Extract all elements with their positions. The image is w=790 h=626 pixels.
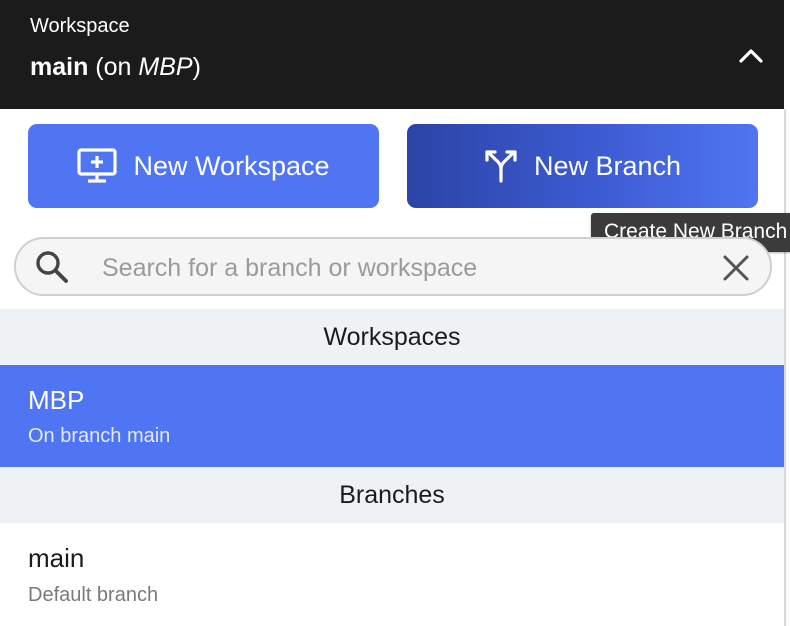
panel-right-border: [784, 109, 786, 626]
search-icon: [36, 251, 68, 283]
workspace-name: main: [30, 53, 89, 81]
new-branch-label: New Branch: [533, 150, 682, 181]
workspace-suffix: ): [192, 53, 201, 81]
branch-icon: [485, 150, 517, 183]
workspace-item-name: MBP: [28, 385, 85, 415]
workspace-host: MBP: [138, 53, 193, 81]
workspaces-section-header: Workspaces: [0, 309, 784, 365]
new-workspace-label: New Workspace: [133, 150, 330, 181]
close-icon[interactable]: [721, 253, 751, 283]
workspace-header[interactable]: Workspace main (on MBP): [0, 0, 784, 109]
workspace-item-subtitle: On branch main: [28, 425, 171, 447]
search-box: [14, 237, 772, 296]
workspace-label: Workspace: [30, 15, 130, 37]
workspace-title: main (on MBP): [30, 53, 201, 82]
monitor-plus-icon: [77, 148, 118, 183]
branches-section-header: Branches: [0, 467, 784, 523]
chevron-up-icon[interactable]: [736, 41, 766, 71]
workspace-on-prefix: (on: [88, 53, 139, 81]
new-branch-button[interactable]: New Branch: [407, 124, 758, 208]
new-workspace-button[interactable]: New Workspace: [28, 124, 379, 208]
branch-list-item[interactable]: main Default branch: [0, 523, 784, 626]
workspace-list-item[interactable]: MBP On branch main: [0, 365, 784, 467]
search-input[interactable]: [100, 246, 694, 290]
branch-item-name: main: [28, 543, 85, 573]
branch-item-subtitle: Default branch: [28, 584, 159, 606]
